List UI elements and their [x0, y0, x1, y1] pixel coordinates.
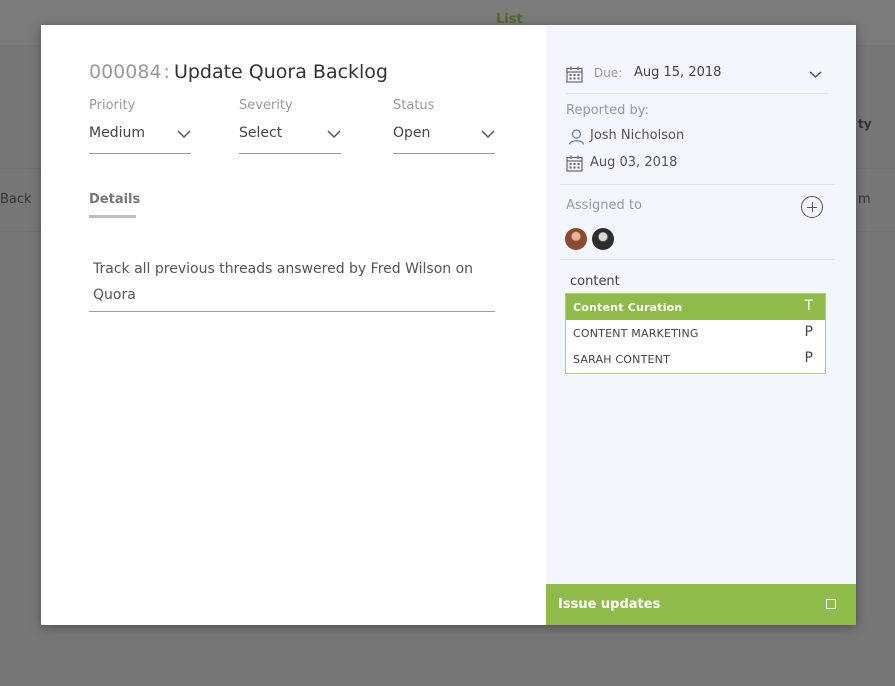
due-value: Aug 15, 2018: [634, 65, 722, 80]
description-field[interactable]: Track all previous threads answered by F…: [89, 256, 495, 312]
avatar[interactable]: [592, 228, 614, 250]
assigned-to-label: Assigned to: [566, 198, 642, 213]
reporter-name: Josh Nicholson: [590, 128, 685, 143]
severity-label: Severity: [239, 98, 293, 113]
title-separator: :: [163, 61, 170, 83]
divider: [560, 184, 835, 185]
status-select[interactable]: Open: [393, 123, 495, 154]
user-icon: [568, 129, 585, 145]
issue-title-text: Update Quora Backlog: [173, 61, 388, 83]
due-date-picker[interactable]: Due: Aug 15, 2018: [566, 64, 828, 94]
add-assignee-button[interactable]: [801, 196, 823, 218]
issue-updates-label: Issue updates: [558, 597, 661, 612]
reported-by-label: Reported by:: [566, 103, 649, 118]
chevron-down-icon: [177, 130, 191, 139]
assignee-search-input[interactable]: content: [570, 274, 620, 289]
divider: [560, 259, 835, 260]
calendar-icon: [566, 155, 583, 172]
suggestion-item[interactable]: Content Curation T: [566, 294, 825, 320]
issue-sidebar: Due: Aug 15, 2018 Reported by: Josh Nich…: [546, 25, 856, 625]
tab-details[interactable]: Details: [89, 192, 140, 207]
due-label: Due:: [594, 66, 623, 80]
severity-value: Select: [239, 125, 283, 141]
background-column-header: ty: [858, 117, 872, 131]
issue-id: 000084: [89, 61, 162, 83]
background-row-cell: m: [858, 192, 871, 207]
issue-main-pane: 000084: Update Quora Backlog Priority Med…: [41, 25, 546, 625]
tab-details-indicator: [89, 215, 136, 218]
chevron-down-icon: [481, 130, 495, 139]
calendar-icon: [566, 66, 583, 83]
issue-modal: 000084: Update Quora Backlog Priority Med…: [41, 25, 856, 625]
suggestion-item[interactable]: CONTENT MARKETING P: [566, 320, 825, 346]
status-label: Status: [393, 98, 435, 113]
priority-value: Medium: [89, 125, 145, 141]
priority-select[interactable]: Medium: [89, 123, 191, 154]
issue-title[interactable]: 000084: Update Quora Backlog: [89, 61, 388, 83]
chevron-down-icon: [327, 130, 341, 139]
priority-label: Priority: [89, 98, 136, 113]
status-value: Open: [393, 125, 431, 141]
suggestion-name: CONTENT MARKETING: [573, 327, 699, 340]
chevron-down-icon: [809, 71, 822, 79]
expand-icon: [826, 599, 836, 609]
suggestion-name: SARAH CONTENT: [573, 353, 670, 366]
suggestion-type: T: [804, 298, 813, 314]
suggestion-item[interactable]: SARAH CONTENT P: [566, 346, 825, 372]
assignee-suggestions: Content Curation T CONTENT MARKETING P S…: [565, 293, 826, 374]
background-row-text: Back: [0, 192, 32, 207]
avatar[interactable]: [565, 228, 587, 250]
suggestion-type: P: [804, 324, 813, 340]
reported-date: Aug 03, 2018: [590, 155, 678, 170]
suggestion-name: Content Curation: [573, 301, 683, 314]
severity-select[interactable]: Select: [239, 123, 341, 154]
suggestion-type: P: [804, 350, 813, 366]
issue-updates-toggle[interactable]: Issue updates: [546, 584, 856, 625]
